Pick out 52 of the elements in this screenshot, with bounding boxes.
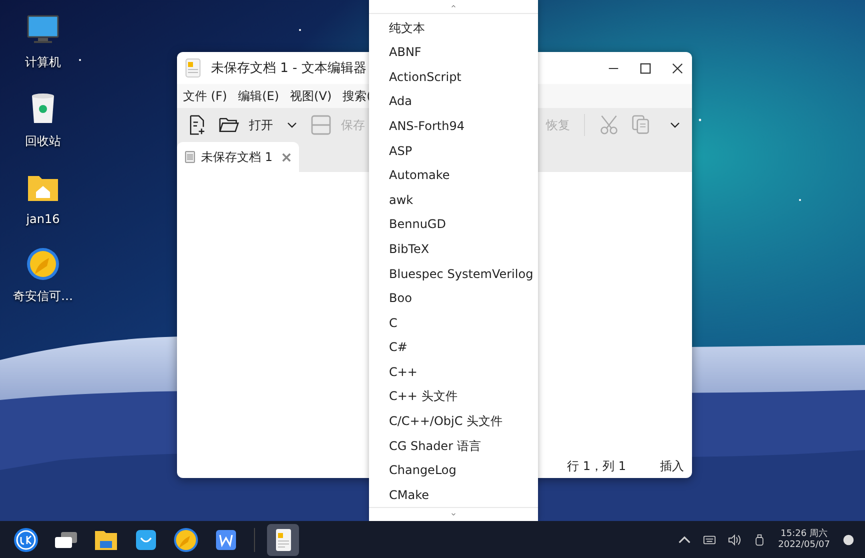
menu-item[interactable]: 纯文本 <box>369 16 538 40</box>
browser-icon[interactable] <box>25 246 61 282</box>
document-tab[interactable]: 未保存文档 1 <box>177 142 300 172</box>
icon-label[interactable]: 计算机 <box>25 54 61 71</box>
tab-label[interactable]: 未保存文档 1 <box>201 148 272 166</box>
menu-item[interactable]: 编辑(E) <box>238 88 280 104</box>
menu-item[interactable]: BibTeX <box>369 236 538 262</box>
menu-item[interactable]: CG Shader 语言 <box>369 434 538 458</box>
close-button[interactable] <box>671 62 684 74</box>
caret-icon[interactable] <box>670 122 680 128</box>
menu-item[interactable]: awk <box>369 188 538 212</box>
menu-item[interactable]: C++ <box>369 360 538 384</box>
cursor-position: 行 1，列 1 <box>567 458 626 475</box>
menu-item[interactable]: 文件 (F) <box>183 88 228 104</box>
window-title: 未保存文档 1 - 文本编辑器 <box>211 60 366 77</box>
text-editor-icon[interactable] <box>267 524 299 556</box>
menu-item[interactable]: ASP <box>369 138 538 164</box>
caret-icon[interactable] <box>678 534 692 546</box>
menu-item[interactable]: C/C++/ObjC 头文件 <box>369 409 538 434</box>
scroll-down-icon[interactable] <box>449 513 458 516</box>
menu-item[interactable]: C <box>369 310 538 336</box>
icon-label[interactable]: jan16 <box>26 212 60 226</box>
menu-item[interactable]: Ada <box>369 89 538 114</box>
menu-item[interactable]: ABNF <box>369 40 538 65</box>
volume-icon[interactable] <box>728 534 742 546</box>
menu-item[interactable]: ANS-Forth94 <box>369 114 538 139</box>
menu-item[interactable]: BennuGD <box>369 212 538 237</box>
menu-item[interactable]: 视图(V) <box>290 88 332 104</box>
open-button[interactable]: 打开 <box>215 112 277 138</box>
menu-item[interactable]: Bluespec SystemVerilog <box>369 262 538 286</box>
menu-item[interactable]: ActionScript <box>369 64 538 90</box>
document-icon <box>185 58 201 78</box>
maximize-button[interactable] <box>639 62 652 74</box>
clock-date[interactable]: 2022/05/07 <box>778 540 830 550</box>
menu-item[interactable]: ChangeLog <box>369 458 538 483</box>
caret-icon[interactable] <box>287 122 297 128</box>
clock-time[interactable]: 15:26 周六 <box>780 528 828 540</box>
insert-mode: 插入 <box>660 458 684 475</box>
menu-item[interactable]: C++ 头文件 <box>369 384 538 410</box>
new-file-icon[interactable] <box>187 115 207 135</box>
folder-icon[interactable] <box>219 115 239 135</box>
usb-icon[interactable] <box>753 534 766 546</box>
menu-item[interactable]: C# <box>369 335 538 360</box>
menu-item[interactable]: Boo <box>369 286 538 311</box>
keyboard-icon[interactable] <box>703 534 716 546</box>
menu-item[interactable]: CMake <box>369 482 538 508</box>
icon-label[interactable]: 奇安信可… <box>13 288 73 305</box>
scroll-up-icon[interactable] <box>449 5 458 8</box>
menu-item[interactable]: Automake <box>369 163 538 188</box>
close-icon[interactable] <box>282 152 292 162</box>
document-icon <box>185 151 195 163</box>
icon-label[interactable]: 回收站 <box>25 133 61 150</box>
